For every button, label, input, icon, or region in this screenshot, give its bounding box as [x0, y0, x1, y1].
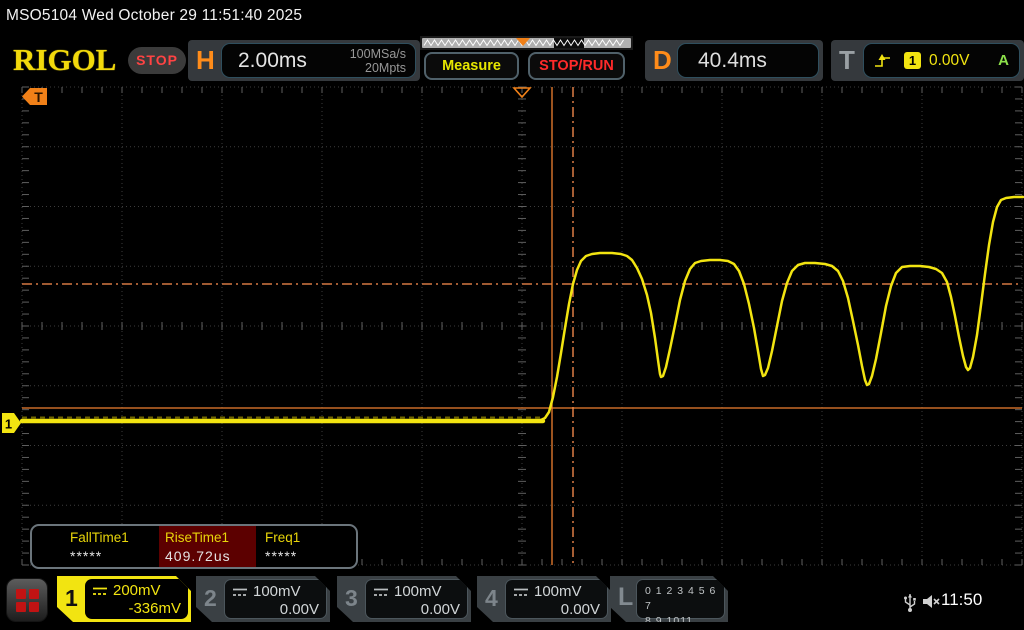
channel-4-scale: 100mV — [534, 583, 582, 601]
clock: 11:50 — [941, 590, 982, 610]
dc-coupling-icon — [232, 587, 248, 598]
graticule-grid — [22, 87, 1022, 565]
channel-4-badge[interactable]: 4 100mV 0.00V — [477, 576, 611, 622]
measurement-falltime[interactable]: FallTime1 ***** — [32, 526, 159, 567]
channel-1-scale: 200mV — [113, 582, 161, 600]
sample-rate: 100MSa/s — [350, 47, 406, 61]
ch1-ground-level-tag-label: 1 — [5, 417, 12, 432]
horizontal-label: H — [196, 45, 215, 76]
logic-label: L — [618, 583, 633, 612]
trigger-level-value: 0.00V — [929, 52, 970, 70]
run-state-badge[interactable]: STOP — [128, 47, 186, 74]
channel-2-number: 2 — [204, 585, 217, 612]
trigger-menu-block[interactable]: T 1 0.00V A — [831, 40, 1024, 81]
channel-1-badge[interactable]: 1 200mV -336mV — [57, 576, 191, 622]
memory-depth: 20Mpts — [365, 61, 406, 75]
channel-4-offset: 0.00V — [513, 601, 600, 619]
channel-3-offset: 0.00V — [373, 601, 460, 619]
dc-coupling-icon — [92, 586, 108, 597]
speaker-muted-icon[interactable] — [921, 593, 941, 610]
logic-analyzer-badge[interactable]: L 0 1 2 3 4 5 6 7 8 9 1011 12131415 — [610, 576, 728, 622]
trigger-time-tag-label: T — [34, 89, 43, 105]
horizontal-menu-block[interactable]: H 2.00ms 100MSa/s 20Mpts — [188, 40, 420, 81]
channel-2-badge[interactable]: 2 100mV 0.00V — [196, 576, 330, 622]
usb-icon — [903, 591, 917, 613]
trigger-inset[interactable]: 1 0.00V A — [863, 43, 1020, 78]
logic-row-0-7: 0 1 2 3 4 5 6 7 — [645, 584, 724, 614]
trigger-source-badge: 1 — [904, 52, 921, 69]
channel-1-number: 1 — [65, 585, 78, 612]
channel-3-scale: 100mV — [394, 583, 442, 601]
channel-1-offset: -336mV — [92, 600, 181, 618]
logic-row-8-15: 8 9 1011 12131415 — [645, 614, 724, 630]
channel-3-badge[interactable]: 3 100mV 0.00V — [337, 576, 471, 622]
measurement-results-panel[interactable]: FallTime1 ***** RiseTime1 409.72us Freq1… — [30, 524, 358, 569]
delay-menu-block[interactable]: D 40.4ms — [645, 40, 823, 81]
dc-coupling-icon — [373, 587, 389, 598]
measure-button[interactable]: Measure — [424, 52, 519, 80]
horizontal-inset[interactable]: 2.00ms 100MSa/s 20Mpts — [221, 43, 416, 78]
rising-edge-icon — [874, 53, 892, 69]
waveform-display-area[interactable]: T 1 — [0, 85, 1024, 567]
model-and-datetime: MSO5104 Wed October 29 11:51:40 2025 — [6, 7, 302, 25]
scrollbar-graphic — [420, 36, 633, 50]
menu-grid-icon — [16, 589, 39, 612]
trigger-mode-auto: A — [998, 52, 1009, 69]
main-menu-button[interactable] — [6, 578, 48, 622]
stop-run-button[interactable]: STOP/RUN — [528, 52, 625, 80]
channel-2-offset: 0.00V — [232, 601, 319, 619]
oscilloscope-screen: MSO5104 Wed October 29 11:51:40 2025 RIG… — [0, 0, 1024, 630]
timebase-value: 2.00ms — [238, 49, 307, 73]
trigger-label: T — [839, 45, 855, 76]
channel-3-number: 3 — [345, 585, 358, 612]
rigol-logo: RIGOL — [13, 42, 116, 78]
measurement-risetime[interactable]: RiseTime1 409.72us — [159, 526, 256, 567]
channel-4-number: 4 — [485, 585, 498, 612]
delay-inset[interactable]: 40.4ms — [677, 43, 819, 78]
delay-label: D — [653, 45, 672, 76]
horizontal-position-scrollbar[interactable] — [420, 36, 633, 50]
measurement-freq[interactable]: Freq1 ***** — [256, 526, 354, 567]
delay-value: 40.4ms — [698, 49, 767, 73]
dc-coupling-icon — [513, 587, 529, 598]
ch1-ground-level-tag[interactable]: 1 — [2, 413, 21, 433]
channel-2-scale: 100mV — [253, 583, 301, 601]
trigger-time-tag[interactable]: T — [22, 88, 47, 105]
